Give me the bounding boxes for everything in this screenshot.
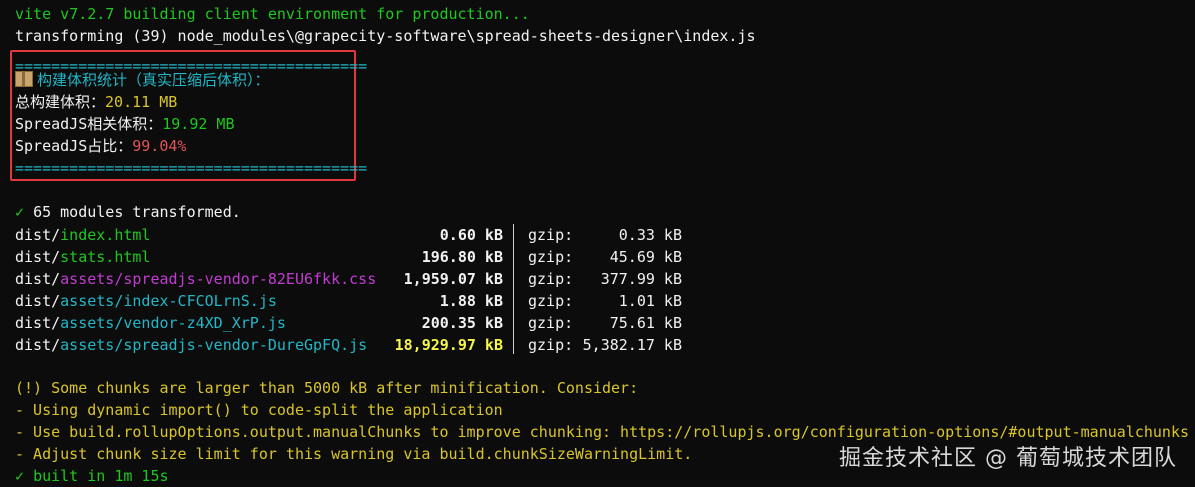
gzip-label: gzip: [528, 314, 574, 332]
file-size: 1.88 kB [439, 292, 503, 310]
dist-prefix: dist/ [15, 292, 61, 310]
file-size: 0.60 kB [439, 226, 503, 244]
gzip-size: 0.33 kB [618, 226, 682, 244]
dist-prefix: dist/ [15, 248, 61, 266]
file-size: 1,959.07 kB [403, 270, 503, 288]
dist-prefix: dist/ [15, 226, 61, 244]
modules-text: 65 modules transformed. [33, 203, 241, 221]
spreadjs-size-value: 19.92 MB [162, 115, 235, 133]
output-file-row: dist/assets/spreadjs-vendor-DureGpFQ.js 1… [0, 334, 1195, 356]
output-file-row: dist/stats.html 196.80 kB gzip: 45.69 kB [0, 246, 1195, 268]
file-name: index.html [60, 226, 151, 244]
stats-title: 构建体积统计（真实压缩后体积）： [15, 69, 270, 91]
spreadjs-ratio-value: 99.04% [132, 137, 187, 155]
dist-prefix: dist/ [15, 270, 61, 288]
gzip-label: gzip: [528, 270, 574, 288]
gzip-label: gzip: [528, 336, 574, 354]
stats-separator-bottom: ======================================= [15, 159, 368, 177]
file-name: assets/index-CFCOLrnS.js [60, 292, 277, 310]
total-size-label: 总构建体积： [15, 93, 106, 111]
spreadjs-size-line: SpreadJS相关体积：19.92 MB [15, 113, 235, 135]
gzip-label: gzip: [528, 248, 574, 266]
file-size: 200.35 kB [421, 314, 503, 332]
built-text: built in 1m 15s [33, 467, 169, 485]
output-file-path: dist/assets/spreadjs-vendor-82EU6fkk.css [15, 268, 376, 290]
file-name: stats.html [60, 248, 151, 266]
output-file-path: dist/assets/index-CFCOLrnS.js [15, 290, 277, 312]
spreadjs-ratio-line: SpreadJS占比：99.04% [15, 135, 186, 157]
gzip-size: 1.01 kB [618, 292, 682, 310]
gzip-size: 75.61 kB [609, 314, 682, 332]
gzip-size: 377.99 kB [600, 270, 682, 288]
spreadjs-size-label: SpreadJS相关体积： [15, 115, 163, 133]
gzip-size: 5,382.17 kB [582, 336, 682, 354]
package-icon [15, 71, 33, 87]
column-divider [513, 224, 514, 354]
output-file-row: dist/assets/spreadjs-vendor-82EU6fkk.css… [0, 268, 1195, 290]
modules-line: ✓ 65 modules transformed. [15, 201, 241, 223]
watermark: 掘金技术社区 @ 葡萄城技术团队 [839, 446, 1177, 471]
total-size-line: 总构建体积：20.11 MB [15, 91, 177, 113]
file-name: assets/spreadjs-vendor-82EU6fkk.css [60, 270, 377, 288]
output-file-path: dist/assets/spreadjs-vendor-DureGpFQ.js [15, 334, 367, 356]
stats-title-text: 构建体积统计（真实压缩后体积）： [37, 71, 270, 89]
built-line: ✓ built in 1m 15s [15, 465, 169, 487]
warning-line-2: - Using dynamic import() to code-split t… [15, 401, 503, 419]
output-file-path: dist/stats.html [15, 246, 150, 268]
spreadjs-ratio-label: SpreadJS占比： [15, 137, 133, 155]
file-size: 18,929.97 kB [394, 336, 503, 354]
warning-line-4: - Adjust chunk size limit for this warni… [15, 445, 693, 463]
gzip-label: gzip: [528, 292, 574, 310]
file-size: 196.80 kB [421, 248, 503, 266]
check-icon: ✓ [15, 467, 25, 485]
transforming-line: transforming (39) node_modules\@grapecit… [15, 27, 756, 45]
file-name: assets/spreadjs-vendor-DureGpFQ.js [60, 336, 368, 354]
gzip-label: gzip: [528, 226, 574, 244]
file-name: assets/vendor-z4XD_XrP.js [60, 314, 286, 332]
output-file-path: dist/assets/vendor-z4XD_XrP.js [15, 312, 286, 334]
gzip-size: 45.69 kB [609, 248, 682, 266]
vite-build-line: vite v7.2.7 building client environment … [15, 5, 530, 23]
dist-prefix: dist/ [15, 336, 61, 354]
dist-prefix: dist/ [15, 314, 61, 332]
warning-line-1: (!) Some chunks are larger than 5000 kB … [15, 379, 639, 397]
output-file-row: dist/index.html 0.60 kB gzip: 0.33 kB [0, 224, 1195, 246]
output-file-row: dist/assets/vendor-z4XD_XrP.js 200.35 kB g… [0, 312, 1195, 334]
output-file-path: dist/index.html [15, 224, 150, 246]
total-size-value: 20.11 MB [105, 93, 178, 111]
output-file-row: dist/assets/index-CFCOLrnS.js 1.88 kB gzip… [0, 290, 1195, 312]
check-icon: ✓ [15, 203, 25, 221]
